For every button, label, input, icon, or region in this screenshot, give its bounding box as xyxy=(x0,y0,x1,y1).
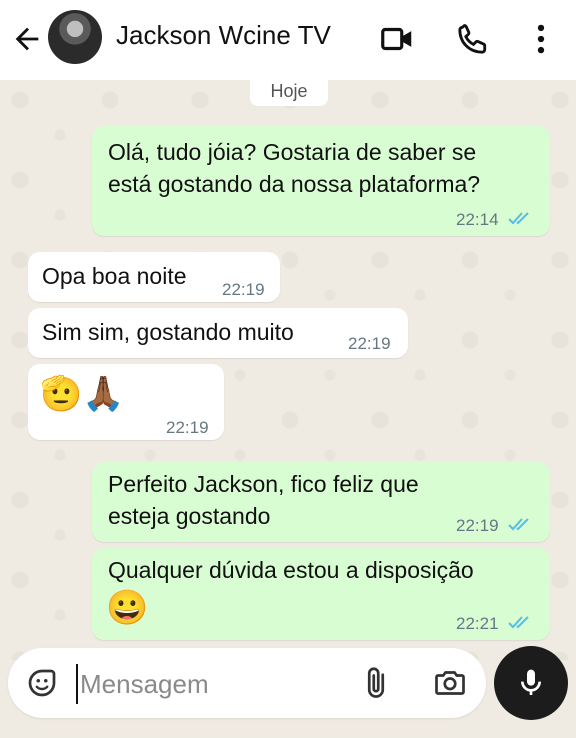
camera-icon[interactable] xyxy=(432,665,468,701)
message-incoming[interactable]: Sim sim, gostando muito 22:19 xyxy=(28,308,408,358)
back-arrow-icon[interactable] xyxy=(10,22,44,56)
message-text: esteja gostando xyxy=(108,503,271,529)
message-incoming[interactable]: Opa boa noite 22:19 xyxy=(28,252,280,302)
message-emoji: 🫡🙏🏾 xyxy=(40,375,125,413)
message-incoming[interactable]: 🫡🙏🏾 22:19 xyxy=(28,364,224,440)
mic-icon xyxy=(521,669,541,695)
message-time: 22:19 xyxy=(456,516,499,535)
message-time: 22:19 xyxy=(348,334,391,353)
video-call-icon[interactable] xyxy=(378,20,416,58)
avatar[interactable] xyxy=(48,10,102,64)
read-ticks-icon xyxy=(508,518,529,531)
phone-icon[interactable] xyxy=(454,20,492,58)
message-outgoing[interactable]: Olá, tudo jóia? Gostaria de saber se est… xyxy=(92,126,550,236)
message-text: Olá, tudo jóia? Gostaria de saber se xyxy=(108,139,477,165)
chat-area[interactable]: Hoje Olá, tudo jóia? Gostaria de saber s… xyxy=(0,80,576,660)
message-text: Sim sim, gostando muito xyxy=(42,319,294,345)
chat-header: Jackson Wcine TV xyxy=(0,0,576,80)
sticker-icon[interactable] xyxy=(24,665,60,701)
contact-name[interactable]: Jackson Wcine TV xyxy=(116,20,331,51)
message-text: Qualquer dúvida estou a disposição xyxy=(108,557,474,583)
message-time: 22:19 xyxy=(222,280,265,299)
message-time: 22:21 xyxy=(456,614,499,633)
message-time: 22:14 xyxy=(456,210,499,229)
message-text: Opa boa noite xyxy=(42,263,187,289)
date-label: Hoje xyxy=(250,80,328,106)
attach-icon[interactable] xyxy=(358,665,394,701)
message-input[interactable] xyxy=(76,664,352,704)
message-text: Perfeito Jackson, fico feliz que xyxy=(108,471,419,497)
read-ticks-icon xyxy=(508,616,529,629)
message-outgoing[interactable]: Qualquer dúvida estou a disposição 😀 22:… xyxy=(92,548,550,640)
message-emoji: 😀 xyxy=(106,589,149,627)
message-time: 22:19 xyxy=(166,418,209,437)
message-text: está gostando da nossa plataforma? xyxy=(108,171,481,197)
message-outgoing[interactable]: Perfeito Jackson, fico feliz que esteja … xyxy=(92,462,550,542)
message-composer xyxy=(8,648,486,718)
read-ticks-icon xyxy=(508,212,529,225)
mic-button[interactable] xyxy=(494,646,568,720)
more-vert-icon[interactable] xyxy=(522,20,560,58)
